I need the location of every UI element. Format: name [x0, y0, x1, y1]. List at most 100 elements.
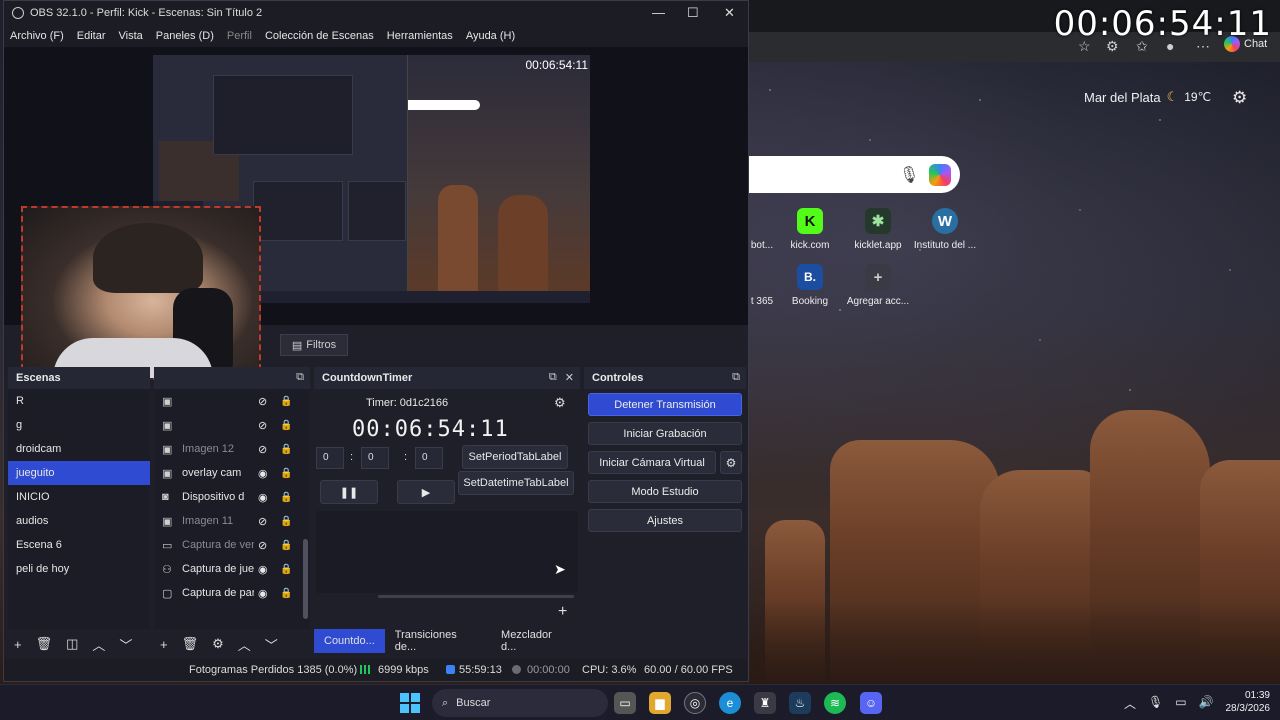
undock-icon[interactable]: ⧉ — [549, 371, 557, 384]
menu-editar[interactable]: Editar — [77, 30, 106, 42]
lock-icon[interactable]: 🔒 — [280, 588, 292, 599]
remove-scene-icon[interactable]: 🗑 — [36, 636, 53, 652]
menu-archivo[interactable]: Archivo (F) — [10, 30, 64, 42]
obs-taskbar-icon[interactable]: ◎ — [684, 692, 706, 714]
settings-button[interactable]: Ajustes — [588, 509, 742, 532]
menu-herramientas[interactable]: Herramientas — [387, 30, 453, 42]
chevron-up-icon[interactable]: ︿ — [1124, 695, 1136, 712]
undock-icon[interactable]: ⧉ — [296, 371, 304, 384]
lock-icon[interactable]: 🔒 — [280, 564, 292, 575]
source-item[interactable]: ▣ ⊘ 🔒 — [154, 413, 310, 437]
scene-item[interactable]: audios — [8, 509, 150, 533]
page-settings-gear-icon[interactable]: ⚙ — [1232, 88, 1247, 108]
add-scene-icon[interactable]: + — [14, 637, 22, 652]
close-button[interactable]: ✕ — [724, 5, 735, 21]
edge-browser-icon[interactable]: e — [719, 692, 741, 714]
hidden-eye-icon[interactable]: ⊘ — [258, 395, 267, 408]
filters-button[interactable]: ▤ Filtros — [280, 334, 348, 356]
spotify-icon[interactable]: ≋ — [824, 692, 846, 714]
eye-icon[interactable]: ◉ — [258, 563, 268, 576]
move-up-icon[interactable]: ︿ — [238, 635, 251, 654]
scene-item[interactable]: peli de hoy — [8, 557, 150, 581]
start-virtual-camera-button[interactable]: Iniciar Cámara Virtual — [588, 451, 716, 474]
start-recording-button[interactable]: Iniciar Grabación — [588, 422, 742, 445]
scene-item[interactable]: R — [8, 389, 150, 413]
menu-coleccion-escenas[interactable]: Colección de Escenas — [265, 30, 374, 42]
tab-audio-mixer[interactable]: Mezclador d... — [491, 629, 580, 653]
hidden-eye-icon[interactable]: ⊘ — [258, 443, 267, 456]
minimize-button[interactable]: — — [652, 5, 665, 20]
source-item[interactable]: ◙ Dispositivo d ◉ 🔒 — [154, 485, 310, 509]
sources-scrollbar[interactable] — [303, 539, 308, 619]
windows-start-icon[interactable] — [400, 693, 420, 713]
volume-icon[interactable]: 🔊 — [1199, 695, 1214, 712]
network-icon[interactable]: ▭ — [1175, 695, 1186, 712]
source-item[interactable]: ▣ ⊘ 🔒 — [154, 389, 310, 413]
microphone-icon[interactable]: 🎙 — [899, 165, 919, 185]
lock-icon[interactable]: 🔒 — [280, 516, 292, 527]
hidden-eye-icon[interactable]: ⊘ — [258, 515, 267, 528]
quick-link-tile[interactable]: W Instituto del ... — [905, 208, 985, 251]
tab-transitions[interactable]: Transiciones de... — [385, 629, 491, 653]
lock-icon[interactable]: 🔒 — [280, 396, 292, 407]
tab-countdown[interactable]: Countdo... — [314, 629, 385, 653]
hours-input[interactable]: 0 — [316, 447, 344, 469]
lock-icon[interactable]: 🔒 — [280, 540, 292, 551]
virtual-camera-gear-icon[interactable]: ⚙ — [720, 451, 742, 474]
maximize-button[interactable]: ☐ — [687, 5, 699, 21]
scene-filters-icon[interactable]: ◫ — [66, 636, 78, 652]
lock-icon[interactable]: 🔒 — [280, 444, 292, 455]
hidden-eye-icon[interactable]: ⊘ — [258, 539, 267, 552]
scene-item[interactable]: g — [8, 413, 150, 437]
undock-icon[interactable]: ⧉ — [732, 371, 740, 384]
scene-item[interactable]: droidcam — [8, 437, 150, 461]
source-item[interactable]: ▢ Captura de par ◉ 🔒 — [154, 581, 310, 605]
hidden-eye-icon[interactable]: ⊘ — [258, 419, 267, 432]
pause-button[interactable]: ❚❚ — [320, 480, 378, 504]
lock-icon[interactable]: 🔒 — [280, 492, 292, 503]
source-properties-gear-icon[interactable]: ⚙ — [212, 636, 224, 652]
timer-horizontal-scrollbar[interactable] — [378, 595, 574, 598]
add-shortcut-tile[interactable]: + Agregar acc... — [838, 264, 918, 307]
play-button[interactable]: ▶ — [397, 480, 455, 504]
steam-icon[interactable]: ♨ — [789, 692, 811, 714]
eye-icon[interactable]: ◉ — [258, 587, 268, 600]
copilot-icon[interactable] — [929, 164, 951, 186]
minutes-input[interactable]: 0 — [361, 447, 389, 469]
task-view-icon[interactable]: ▭ — [614, 692, 636, 714]
add-source-icon[interactable]: + — [160, 637, 168, 652]
set-datetime-tab-button[interactable]: SetDatetimeTabLabel — [458, 471, 574, 495]
source-item[interactable]: ⚇ Captura de jueg ◉ 🔒 — [154, 557, 310, 581]
source-item[interactable]: ▣ Imagen 11 ⊘ 🔒 — [154, 509, 310, 533]
stop-streaming-button[interactable]: Detener Transmisión — [588, 393, 742, 416]
microphone-icon[interactable]: 🎙 — [1148, 695, 1163, 712]
app-icon[interactable]: ♜ — [754, 692, 776, 714]
menu-vista[interactable]: Vista — [119, 30, 143, 42]
lock-icon[interactable]: 🔒 — [280, 468, 292, 479]
menu-paneles[interactable]: Paneles (D) — [156, 30, 214, 42]
scene-item[interactable]: Escena 6 — [8, 533, 150, 557]
set-period-tab-button[interactable]: SetPeriodTabLabel — [462, 445, 568, 469]
menu-ayuda[interactable]: Ayuda (H) — [466, 30, 515, 42]
move-down-icon[interactable]: ﹀ — [265, 635, 278, 654]
scene-item-active[interactable]: jueguito — [8, 461, 150, 485]
move-down-icon[interactable]: ﹀ — [119, 635, 132, 654]
move-up-icon[interactable]: ︿ — [92, 635, 105, 654]
remove-source-icon[interactable]: 🗑 — [182, 636, 199, 652]
add-timer-icon[interactable]: + — [558, 603, 567, 621]
close-dock-icon[interactable]: ✕ — [565, 371, 574, 384]
lock-icon[interactable]: 🔒 — [280, 420, 292, 431]
studio-mode-button[interactable]: Modo Estudio — [588, 480, 742, 503]
taskbar-search[interactable]: ⌕ Buscar — [432, 689, 608, 717]
taskbar-clock[interactable]: 01:39 28/3/2026 — [1214, 689, 1271, 715]
eye-icon[interactable]: ◉ — [258, 467, 268, 480]
webcam-overlay[interactable] — [21, 206, 261, 380]
weather-widget[interactable]: Mar del Plata ☾ 19℃ — [1084, 89, 1211, 105]
discord-icon[interactable]: ☺ — [860, 692, 882, 714]
seconds-input[interactable]: 0 — [415, 447, 443, 469]
timer-settings-gear-icon[interactable]: ⚙ — [554, 395, 572, 413]
source-item[interactable]: ▭ Captura de ven ⊘ 🔒 — [154, 533, 310, 557]
menu-perfil[interactable]: Perfil — [227, 30, 252, 42]
source-item[interactable]: ▣ overlay cam ◉ 🔒 — [154, 461, 310, 485]
eye-icon[interactable]: ◉ — [258, 491, 268, 504]
